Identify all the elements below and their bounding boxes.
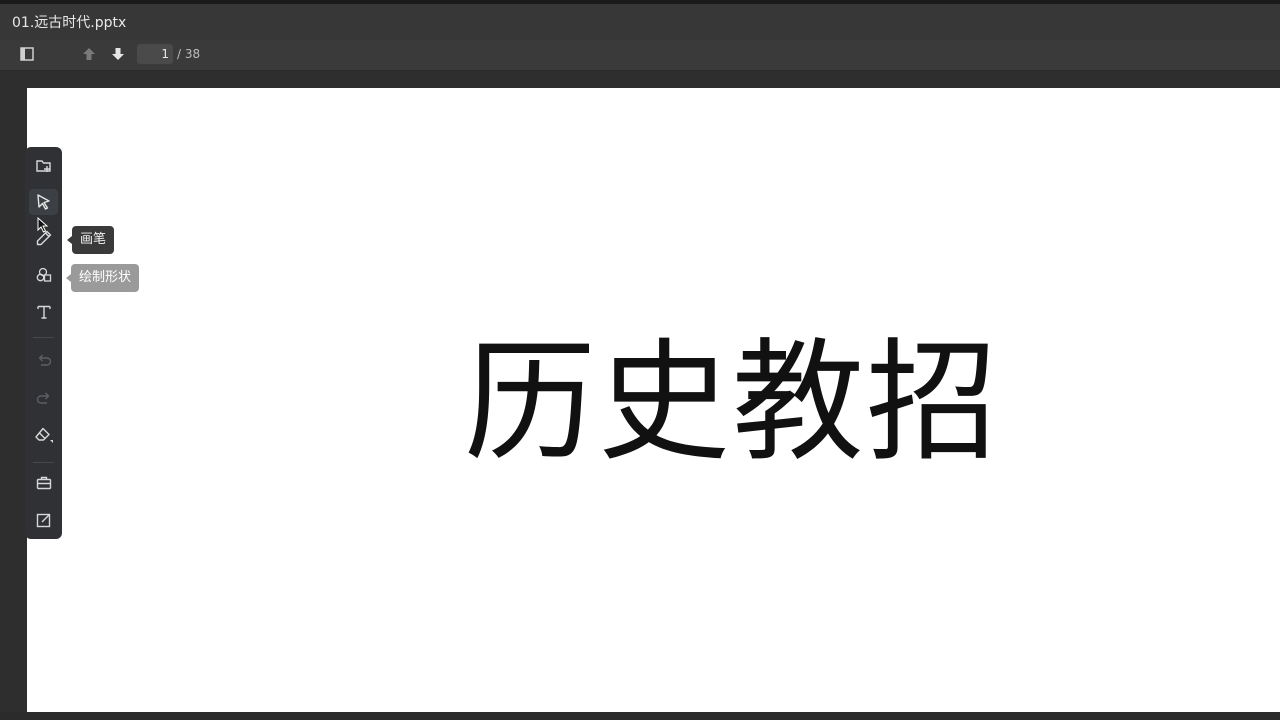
eraser-tool-button[interactable] xyxy=(29,422,58,448)
shapes-tooltip: 绘制形状 xyxy=(71,264,140,292)
redo-button[interactable] xyxy=(29,385,58,411)
toolbox-icon xyxy=(35,474,53,492)
eraser-icon xyxy=(34,426,54,444)
window-title: 01.远古时代.pptx xyxy=(12,15,127,31)
text-tool-button[interactable] xyxy=(29,299,58,325)
previous-page-button[interactable] xyxy=(78,44,100,66)
edit-button[interactable] xyxy=(29,507,58,533)
arrow-up-icon xyxy=(82,46,96,65)
redo-icon xyxy=(35,389,53,407)
undo-button[interactable] xyxy=(29,347,58,373)
select-cursor-icon xyxy=(35,193,53,211)
annotation-tool-panel xyxy=(25,147,62,539)
text-icon xyxy=(35,303,53,321)
slide-title: 历史教招 xyxy=(464,326,1000,480)
shapes-tool-button[interactable] xyxy=(29,262,58,288)
tool-divider xyxy=(33,462,54,463)
sidebar-toggle-button[interactable] xyxy=(16,44,38,66)
title-bar: 01.远古时代.pptx xyxy=(0,4,1280,40)
shapes-icon xyxy=(35,266,53,284)
undo-icon xyxy=(35,351,53,369)
add-slide-icon xyxy=(35,157,53,175)
add-slide-button[interactable] xyxy=(29,153,58,179)
toolbox-button[interactable] xyxy=(29,470,58,496)
presentation-viewer-window: 01.远古时代.pptx 1 / 38 历史教招 画笔 绘制形状 xyxy=(0,0,1280,720)
sidebar-icon xyxy=(20,46,34,65)
tool-divider xyxy=(33,337,54,338)
bottom-edge xyxy=(0,712,1280,720)
arrow-down-icon xyxy=(111,46,125,65)
select-tool-button[interactable] xyxy=(29,189,58,215)
mouse-cursor-icon xyxy=(37,216,49,237)
viewer-toolbar: 1 / 38 xyxy=(0,40,1280,71)
page-number-input[interactable]: 1 xyxy=(137,44,173,64)
edit-icon xyxy=(35,511,53,529)
next-page-button[interactable] xyxy=(107,44,129,66)
pen-tooltip: 画笔 xyxy=(72,226,115,254)
page-total-label: / 38 xyxy=(177,47,201,61)
slide-canvas: 历史教招 xyxy=(27,88,1280,712)
